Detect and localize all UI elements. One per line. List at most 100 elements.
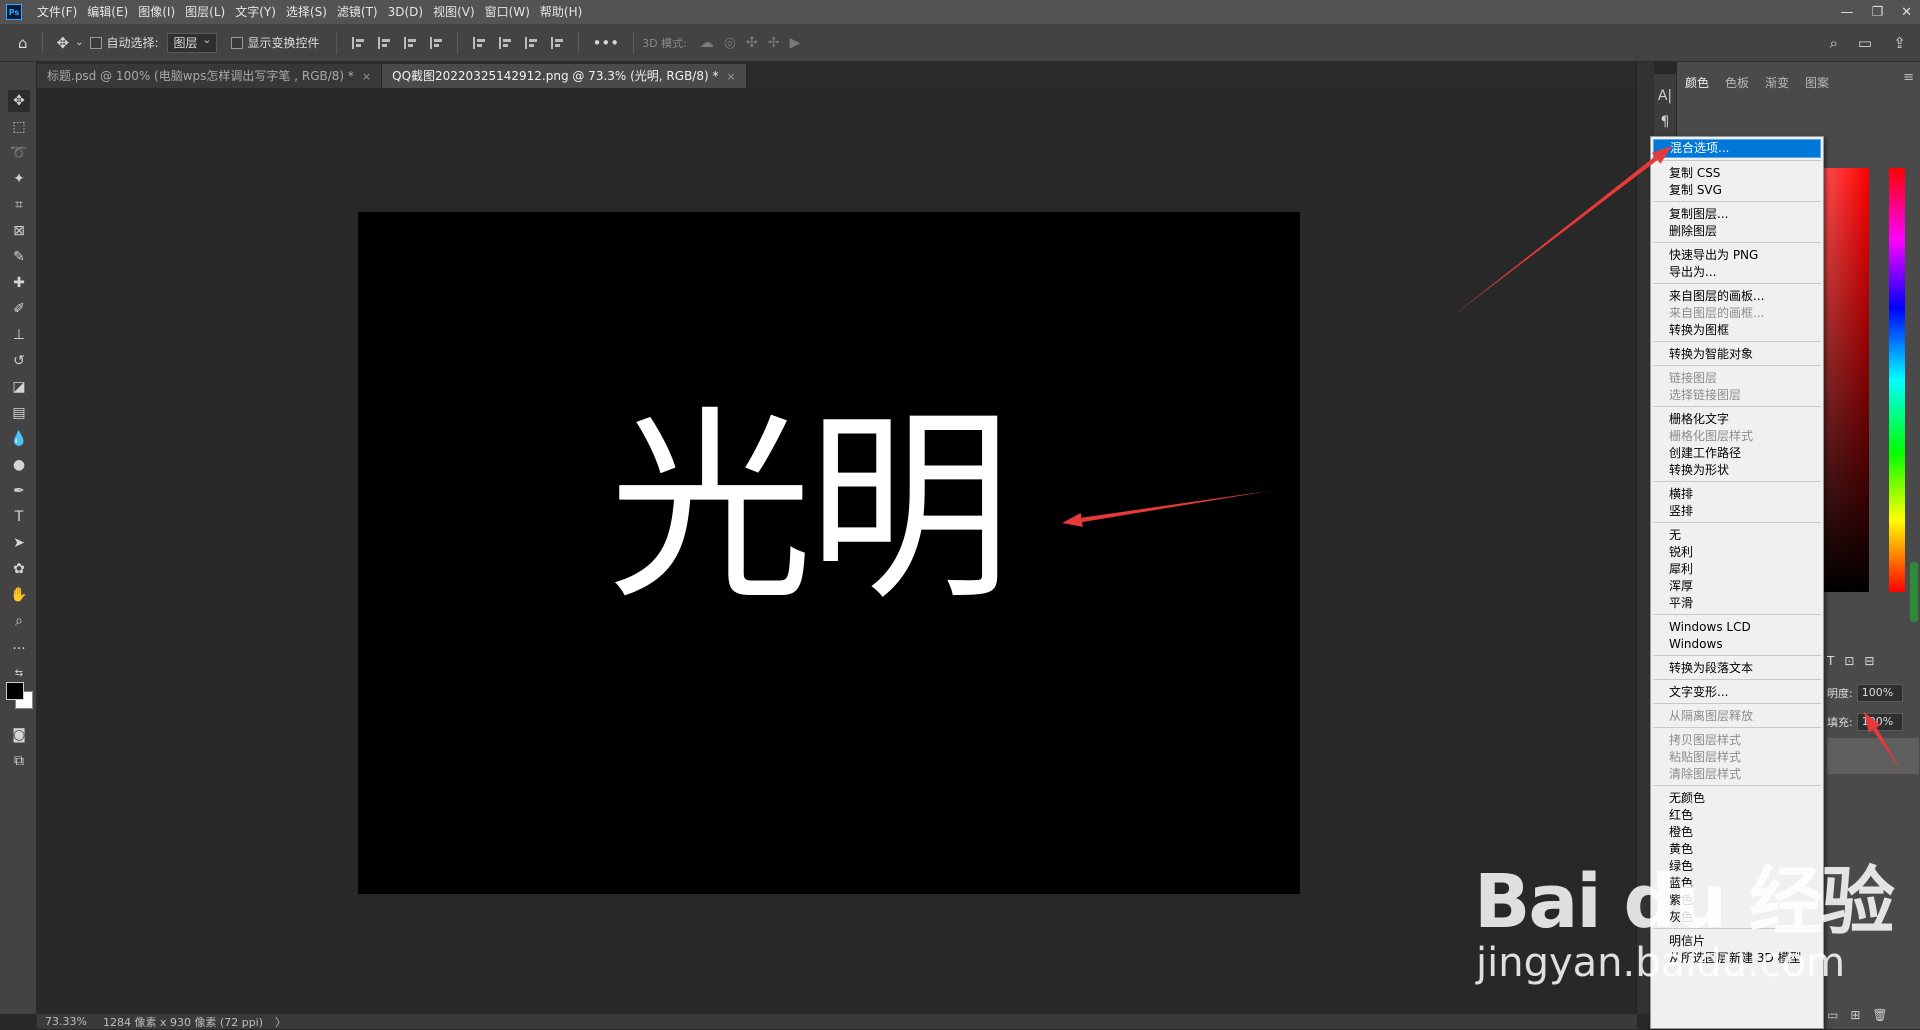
auto-select-checkbox[interactable]	[89, 36, 102, 49]
context-menu-item[interactable]: 犀利	[1653, 561, 1821, 578]
hand-tool-icon[interactable]: ✋	[8, 584, 30, 606]
type-tool-icon[interactable]: T	[8, 506, 30, 528]
zoom-level[interactable]: 73.33%	[45, 1015, 87, 1028]
align-top-icon[interactable]	[472, 36, 485, 49]
frame-tool-icon[interactable]: ⊠	[8, 220, 30, 242]
context-menu-item[interactable]: 竖排	[1653, 503, 1821, 520]
paragraph-panel-icon[interactable]: ¶	[1655, 112, 1675, 132]
context-menu-item[interactable]: 栅格化文字	[1653, 411, 1821, 428]
zoom-tool-icon[interactable]: ⌕	[8, 610, 30, 632]
brush-tool-icon[interactable]: ✐	[8, 298, 30, 320]
fill-field[interactable]: 100%	[1856, 713, 1903, 731]
opacity-field[interactable]: 100%	[1856, 684, 1903, 702]
eyedropper-icon[interactable]: ✎	[8, 246, 30, 268]
tab-document-1[interactable]: 标题.psd @ 100% (电脑wps怎样调出写字笔 , RGB/8) * ×	[37, 64, 383, 88]
move-tool-icon[interactable]: ✥	[57, 34, 70, 52]
menu-image[interactable]: 图像(I)	[133, 0, 180, 24]
context-menu-item[interactable]: 复制 SVG	[1653, 182, 1821, 199]
dodge-tool-icon[interactable]: ●	[8, 454, 30, 476]
context-menu-item[interactable]: 平滑	[1653, 595, 1821, 612]
lasso-tool-icon[interactable]: ➰	[8, 142, 30, 164]
distribute-icon[interactable]	[429, 36, 442, 49]
swap-colors-icon[interactable]: ⇆	[8, 662, 30, 684]
panel-scrollbar[interactable]	[1910, 562, 1918, 622]
edit-toolbar-icon[interactable]: ···	[8, 638, 30, 660]
type-filter-icon[interactable]: T	[1827, 654, 1834, 668]
menu-filter[interactable]: 滤镜(T)	[332, 0, 383, 24]
context-menu-item[interactable]: 来自图层的画板...	[1653, 288, 1821, 305]
chevron-down-icon[interactable]: ⌄	[75, 37, 83, 48]
stamp-tool-icon[interactable]: ⊥	[8, 324, 30, 346]
crop-tool-icon[interactable]: ⌗	[8, 194, 30, 216]
text-layer-content[interactable]: 光明	[608, 407, 1012, 612]
show-transform-checkbox[interactable]	[230, 36, 243, 49]
context-menu-item[interactable]: 无	[1653, 527, 1821, 544]
context-menu-item[interactable]: 复制图层...	[1653, 206, 1821, 223]
context-menu-item[interactable]: 横排	[1653, 486, 1821, 503]
menu-edit[interactable]: 编辑(E)	[82, 0, 133, 24]
shape-tool-icon[interactable]: ✿	[8, 558, 30, 580]
menu-window[interactable]: 窗口(W)	[480, 0, 535, 24]
context-menu-item[interactable]: 转换为段落文本	[1653, 660, 1821, 677]
context-menu-item[interactable]: 删除图层	[1653, 223, 1821, 240]
close-icon[interactable]: ✕	[1901, 5, 1912, 20]
context-menu-item[interactable]: 转换为图框	[1653, 322, 1821, 339]
color-swatches[interactable]	[6, 682, 34, 710]
shape-filter-icon[interactable]: ⊡	[1844, 654, 1854, 668]
context-menu-item[interactable]: Windows LCD	[1653, 619, 1821, 636]
smart-object-filter-icon[interactable]: ⊟	[1864, 654, 1874, 668]
magic-wand-icon[interactable]: ✦	[8, 168, 30, 190]
menu-layer[interactable]: 图层(L)	[180, 0, 230, 24]
align-center-icon[interactable]	[377, 36, 390, 49]
blur-tool-icon[interactable]: 💧	[8, 428, 30, 450]
move-tool-icon[interactable]: ✥	[8, 90, 30, 112]
layer-row-selected[interactable]	[1827, 738, 1919, 774]
path-selection-icon[interactable]: ➤	[8, 532, 30, 554]
gradient-tool-icon[interactable]: ▤	[8, 402, 30, 424]
quick-mask-icon[interactable]: ◙	[8, 724, 30, 746]
context-menu-item[interactable]: 混合选项...	[1653, 139, 1821, 158]
close-icon[interactable]: ×	[362, 70, 371, 83]
tab-document-2[interactable]: QQ截图20220325142912.png @ 73.3% (光明, RGB/…	[382, 64, 747, 88]
3d-roll-icon[interactable]: ◎	[724, 35, 736, 51]
eraser-icon[interactable]: ◪	[8, 376, 30, 398]
align-middle-icon[interactable]	[498, 36, 511, 49]
panel-menu-icon[interactable]: ≡	[1903, 70, 1914, 85]
align-left-icon[interactable]	[351, 36, 364, 49]
context-menu-item[interactable]: 快速导出为 PNG	[1653, 247, 1821, 264]
context-menu-item[interactable]: 锐利	[1653, 544, 1821, 561]
3d-orbit-icon[interactable]: ☁	[700, 35, 714, 51]
3d-camera-icon[interactable]: ▶	[789, 35, 800, 51]
align-right-icon[interactable]	[403, 36, 416, 49]
context-menu-item[interactable]: 浑厚	[1653, 578, 1821, 595]
3d-pan-icon[interactable]: ✣	[746, 35, 758, 51]
hue-slider[interactable]	[1889, 168, 1905, 592]
auto-select-dropdown[interactable]: 图层	[166, 31, 217, 53]
home-icon[interactable]: ⌂	[18, 34, 28, 52]
workspace-icon[interactable]: ▭	[1858, 34, 1872, 52]
context-menu-item[interactable]: 转换为智能对象	[1653, 346, 1821, 363]
pen-tool-icon[interactable]: ✒	[8, 480, 30, 502]
foreground-color[interactable]	[6, 682, 24, 700]
screen-mode-icon[interactable]: ⧉	[8, 750, 30, 772]
menu-help[interactable]: 帮助(H)	[535, 0, 587, 24]
context-menu-item[interactable]: 无颜色	[1653, 790, 1821, 807]
marquee-tool-icon[interactable]: ⬚	[8, 116, 30, 138]
document-canvas[interactable]: 光明	[358, 212, 1300, 894]
context-menu-item[interactable]: 转换为形状	[1653, 462, 1821, 479]
healing-brush-icon[interactable]: ✚	[8, 272, 30, 294]
menu-3d[interactable]: 3D(D)	[383, 0, 428, 24]
character-panel-icon[interactable]: A|	[1655, 86, 1675, 106]
context-menu-item[interactable]: Windows	[1653, 636, 1821, 653]
context-menu-item[interactable]: 复制 CSS	[1653, 165, 1821, 182]
context-menu-item[interactable]: 导出为...	[1653, 264, 1821, 281]
search-icon[interactable]: ⌕	[1830, 34, 1838, 52]
status-menu-icon[interactable]: 〉	[275, 1014, 286, 1030]
tab-patterns[interactable]: 图案	[1797, 74, 1837, 91]
share-icon[interactable]: ⇪	[1893, 34, 1906, 52]
align-bottom-icon[interactable]	[524, 36, 537, 49]
tab-gradients[interactable]: 渐变	[1757, 74, 1797, 91]
close-icon[interactable]: ×	[726, 70, 735, 83]
more-options-icon[interactable]: •••	[593, 34, 620, 52]
menu-view[interactable]: 视图(V)	[428, 0, 480, 24]
